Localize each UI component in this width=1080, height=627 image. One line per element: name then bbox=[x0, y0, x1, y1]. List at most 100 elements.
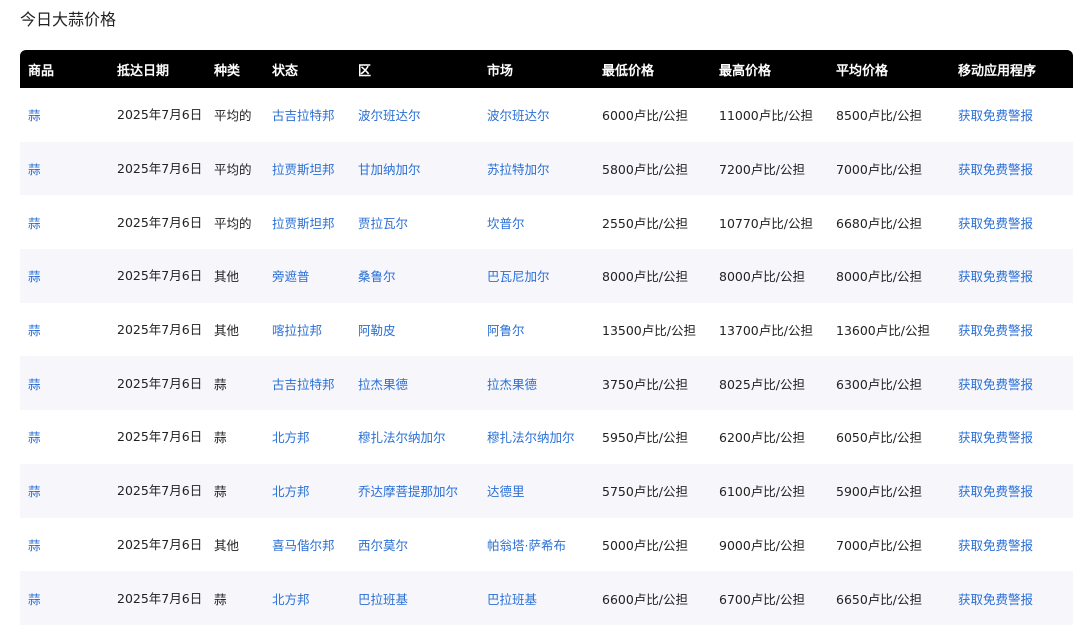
get-free-alerts-cell: 获取免费警报 bbox=[950, 88, 1073, 142]
district-cell: 巴拉班基 bbox=[350, 571, 479, 625]
district-link[interactable]: 贾拉瓦尔 bbox=[358, 216, 408, 231]
state-link[interactable]: 拉贾斯坦邦 bbox=[272, 216, 335, 231]
market-link[interactable]: 巴拉班基 bbox=[487, 592, 537, 607]
district-cell: 波尔班达尔 bbox=[350, 88, 479, 142]
get-free-alerts-link[interactable]: 获取免费警报 bbox=[958, 430, 1033, 445]
avg-price-cell: 8500卢比/公担 bbox=[836, 108, 923, 124]
get-free-alerts-link[interactable]: 获取免费警报 bbox=[958, 323, 1033, 338]
state-link[interactable]: 旁遮普 bbox=[272, 269, 310, 284]
commodity-link[interactable]: 蒜 bbox=[28, 484, 41, 499]
table-row: 蒜 2025年7月6日蒜北方邦 乔达摩菩提那加尔 达德里 5750卢比/公担 6100卢比… bbox=[20, 463, 1073, 518]
get-free-alerts-cell: 获取免费警报 bbox=[950, 518, 1073, 572]
get-free-alerts-link[interactable]: 获取免费警报 bbox=[958, 538, 1033, 553]
state-link[interactable]: 北方邦 bbox=[272, 430, 310, 445]
market-cell: 坎普尔 bbox=[479, 195, 594, 249]
min-price-cell: 2550卢比/公担 bbox=[602, 215, 689, 231]
district-link[interactable]: 甘加纳加尔 bbox=[358, 162, 421, 177]
get-free-alerts-link[interactable]: 获取免费警报 bbox=[958, 269, 1033, 284]
header-min-price: 最低价格 bbox=[602, 63, 655, 79]
commodity-cell: 蒜 bbox=[20, 195, 109, 249]
commodity-cell: 蒜 bbox=[20, 464, 109, 518]
min-price-cell: 8000卢比/公担 bbox=[602, 269, 689, 285]
market-link[interactable]: 波尔班达尔 bbox=[487, 108, 550, 123]
get-free-alerts-link[interactable]: 获取免费警报 bbox=[958, 216, 1033, 231]
district-link[interactable]: 桑鲁尔 bbox=[358, 269, 396, 284]
market-link[interactable]: 拉杰果德 bbox=[487, 377, 537, 392]
district-link[interactable]: 拉杰果德 bbox=[358, 377, 408, 392]
state-link[interactable]: 喜马偕尔邦 bbox=[272, 538, 335, 553]
district-link[interactable]: 波尔班达尔 bbox=[358, 108, 421, 123]
min-price-cell: 13500卢比/公担 bbox=[602, 323, 696, 339]
district-link[interactable]: 巴拉班基 bbox=[358, 592, 408, 607]
district-link[interactable]: 乔达摩菩提那加尔 bbox=[358, 484, 458, 499]
district-link[interactable]: 穆扎法尔纳加尔 bbox=[358, 430, 446, 445]
market-cell: 穆扎法尔纳加尔 bbox=[479, 410, 594, 464]
market-link[interactable]: 穆扎法尔纳加尔 bbox=[487, 430, 575, 445]
avg-price-cell: 8000卢比/公担 bbox=[836, 269, 923, 285]
state-cell: 古吉拉特邦 bbox=[264, 88, 350, 142]
market-link[interactable]: 坎普尔 bbox=[487, 216, 525, 231]
table-row: 蒜 2025年7月6日 平均的 古吉拉特邦 波尔班达尔 波尔班达尔 6000卢比/公担 110… bbox=[20, 88, 1073, 142]
market-cell: 帕翁塔·萨希布 bbox=[479, 518, 594, 572]
district-link[interactable]: 西尔莫尔 bbox=[358, 538, 408, 553]
min-price-cell: 5750卢比/公担 bbox=[602, 484, 689, 500]
get-free-alerts-link[interactable]: 获取免费警报 bbox=[958, 484, 1033, 499]
market-link[interactable]: 帕翁塔·萨希布 bbox=[487, 538, 566, 553]
min-price-cell: 5000卢比/公担 bbox=[602, 537, 689, 553]
commodity-cell: 蒜 bbox=[20, 410, 109, 464]
state-link[interactable]: 拉贾斯坦邦 bbox=[272, 162, 335, 177]
state-link[interactable]: 北方邦 bbox=[272, 484, 310, 499]
avg-price-cell: 13600卢比/公担 bbox=[836, 323, 930, 339]
state-link[interactable]: 古吉拉特邦 bbox=[272, 108, 335, 123]
avg-price-cell: 6050卢比/公担 bbox=[836, 430, 923, 446]
get-free-alerts-link[interactable]: 获取免费警报 bbox=[958, 592, 1033, 607]
header-state: 状态 bbox=[272, 63, 299, 79]
market-cell: 阿鲁尔 bbox=[479, 303, 594, 357]
table-row: 蒜 2025年7月6日 其他 喜马偕尔邦 西尔莫尔 帕翁塔·萨希布 5000卢比/公担 900… bbox=[20, 517, 1073, 572]
commodity-link[interactable]: 蒜 bbox=[28, 430, 41, 445]
market-link[interactable]: 巴瓦尼加尔 bbox=[487, 269, 550, 284]
max-price-cell: 13700卢比/公担 bbox=[719, 323, 813, 339]
arrival-date-cell: 2025年7月6日 bbox=[117, 536, 203, 552]
header-commodity: 商品 bbox=[28, 63, 55, 79]
market-link[interactable]: 阿鲁尔 bbox=[487, 323, 525, 338]
state-link[interactable]: 喀拉拉邦 bbox=[272, 323, 322, 338]
table-header-row: 商品 抵达日期 种类 状态 区 市场 最低价格 最高价格 平均价格 移动应用程序 bbox=[20, 50, 1073, 88]
avg-price-cell: 6680卢比/公担 bbox=[836, 215, 923, 231]
min-price-cell: 6600卢比/公担 bbox=[602, 591, 689, 607]
district-cell: 甘加纳加尔 bbox=[350, 142, 479, 196]
min-price-cell: 5950卢比/公担 bbox=[602, 430, 689, 446]
avg-price-cell: 7000卢比/公担 bbox=[836, 537, 923, 553]
header-max-price: 最高价格 bbox=[719, 63, 772, 79]
state-cell: 旁遮普 bbox=[264, 249, 350, 303]
commodity-link[interactable]: 蒜 bbox=[28, 162, 41, 177]
state-cell: 喜马偕尔邦 bbox=[264, 518, 350, 572]
get-free-alerts-link[interactable]: 获取免费警报 bbox=[958, 108, 1033, 123]
market-cell: 苏拉特加尔 bbox=[479, 142, 594, 196]
state-cell: 北方邦 bbox=[264, 571, 350, 625]
max-price-cell: 6100卢比/公担 bbox=[719, 484, 806, 500]
commodity-cell: 蒜 bbox=[20, 142, 109, 196]
get-free-alerts-link[interactable]: 获取免费警报 bbox=[958, 377, 1033, 392]
state-link[interactable]: 北方邦 bbox=[272, 592, 310, 607]
arrival-date-cell: 2025年7月6日 bbox=[117, 375, 203, 391]
commodity-link[interactable]: 蒜 bbox=[28, 538, 41, 553]
market-link[interactable]: 苏拉特加尔 bbox=[487, 162, 550, 177]
commodity-link[interactable]: 蒜 bbox=[28, 108, 41, 123]
get-free-alerts-cell: 获取免费警报 bbox=[950, 142, 1073, 196]
state-link[interactable]: 古吉拉特邦 bbox=[272, 377, 335, 392]
variety-cell: 平均的 bbox=[214, 108, 252, 124]
commodity-link[interactable]: 蒜 bbox=[28, 377, 41, 392]
commodity-link[interactable]: 蒜 bbox=[28, 592, 41, 607]
commodity-link[interactable]: 蒜 bbox=[28, 216, 41, 231]
district-link[interactable]: 阿勒皮 bbox=[358, 323, 396, 338]
market-link[interactable]: 达德里 bbox=[487, 484, 525, 499]
market-cell: 巴瓦尼加尔 bbox=[479, 249, 594, 303]
commodity-link[interactable]: 蒜 bbox=[28, 323, 41, 338]
min-price-cell: 3750卢比/公担 bbox=[602, 376, 689, 392]
get-free-alerts-cell: 获取免费警报 bbox=[950, 249, 1073, 303]
commodity-link[interactable]: 蒜 bbox=[28, 269, 41, 284]
get-free-alerts-link[interactable]: 获取免费警报 bbox=[958, 162, 1033, 177]
variety-cell: 蒜 bbox=[214, 484, 227, 500]
arrival-date-cell: 2025年7月6日 bbox=[117, 161, 203, 177]
